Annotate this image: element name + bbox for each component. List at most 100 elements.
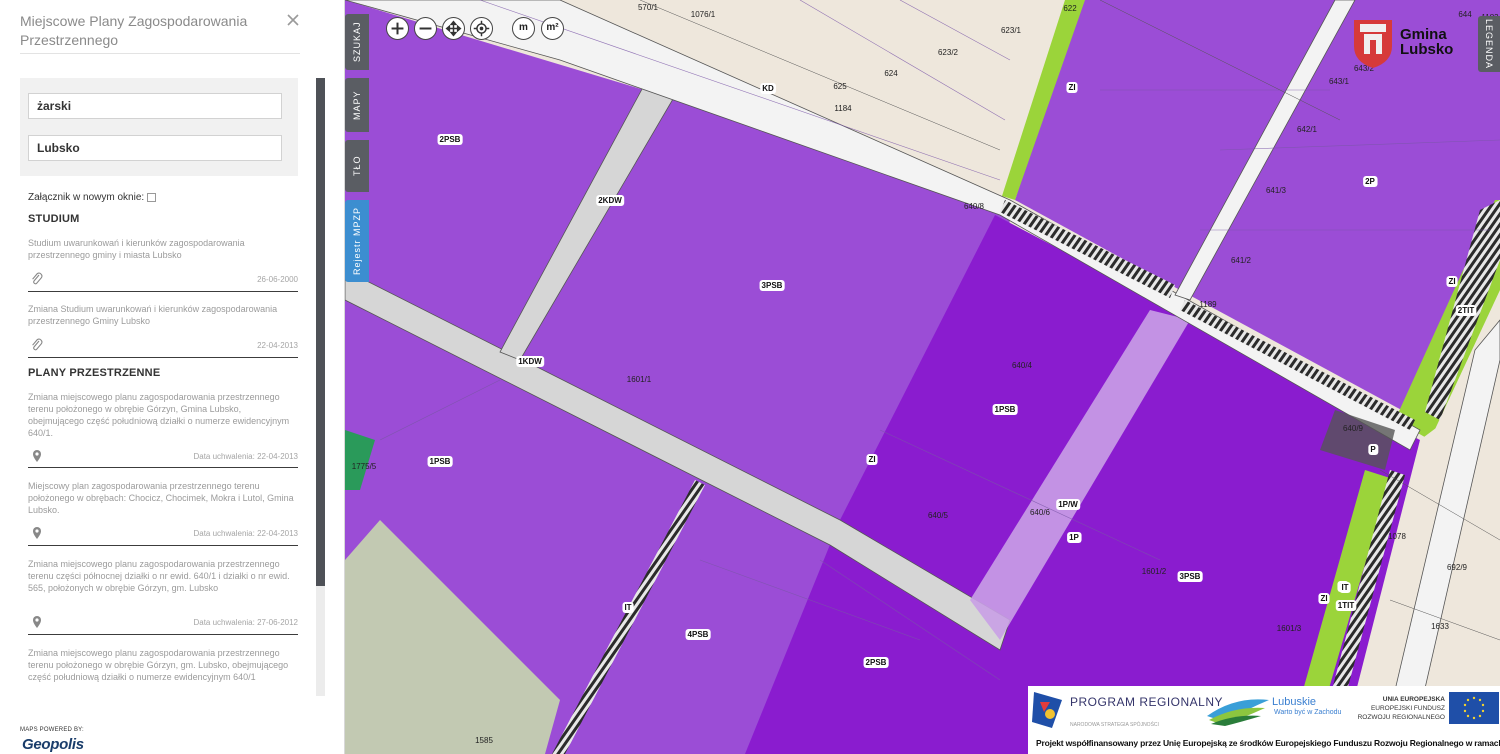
new-window-checkbox[interactable]	[147, 193, 156, 202]
zone-label: ZI	[1448, 277, 1455, 286]
program-regionalny-logo	[1032, 692, 1062, 728]
list-item[interactable]: Miejscowy plan zagospodarowania przestrz…	[28, 480, 298, 516]
parcel-label: 1076/1	[691, 10, 716, 19]
section-heading-studium: STUDIUM	[28, 213, 80, 225]
map-canvas[interactable]: 2PSB 2KDW 3PSB 1KDW 1PSB 1PSB 4PSB 2PSB 1P 3PSB 2P…	[345, 0, 1500, 754]
parcel-label: 640/8	[964, 202, 985, 211]
zone-label: 4PSB	[688, 630, 709, 639]
tab-rejestr-mpzp[interactable]: Rejestr MPZP	[345, 200, 369, 282]
measure-area-button[interactable]: m²	[541, 17, 564, 40]
gmina-field[interactable]	[28, 93, 282, 119]
tab-legenda[interactable]: LEGENDA	[1478, 16, 1500, 72]
divider	[28, 467, 298, 468]
parcel-label: 1184	[834, 104, 852, 113]
item-date: Data uchwalenia: 22-04-2013	[193, 529, 298, 538]
zone-label: P	[1370, 445, 1376, 454]
eu-fund-label: UNIA EUROPEJSKA EUROPEJSKI FUNDUSZ ROZWO…	[1345, 695, 1445, 722]
eu-fund-name: EUROPEJSKI FUNDUSZ ROZWOJU REGIONALNEGO	[1357, 705, 1445, 721]
zone-label: 2TIT	[1458, 306, 1475, 315]
zone-label: 2PSB	[866, 658, 887, 667]
zone-label: 1P	[1069, 533, 1079, 542]
parcel-label: 1633	[1431, 622, 1449, 631]
paperclip-icon[interactable]	[31, 272, 43, 286]
parcel-label: 640/6	[1030, 508, 1051, 517]
program-subtitle: NARODOWA STRATEGIA SPÓJNOŚCI	[1070, 722, 1159, 728]
zone-label: IT	[624, 603, 631, 612]
zone-label: IT	[1341, 583, 1348, 592]
tab-tlo[interactable]: TŁO	[345, 140, 369, 192]
panel-title: Miejscowe Plany Zagospodarowania Przestr…	[20, 13, 248, 48]
tab-mapy[interactable]: MAPY	[345, 78, 369, 132]
locate-icon[interactable]	[470, 17, 493, 40]
measure-length-button[interactable]: m	[512, 17, 535, 40]
parcel-label: 622	[1063, 4, 1077, 13]
program-title: PROGRAM REGIONALNY	[1070, 695, 1224, 709]
parcel-label: 1585	[475, 736, 493, 745]
parcel-label: 623/2	[938, 48, 959, 57]
new-window-label: Załącznik w nowym oknie:	[28, 192, 145, 203]
zone-label: 1TIT	[1338, 601, 1355, 610]
divider	[28, 357, 298, 358]
search-panel	[20, 78, 298, 176]
list-item[interactable]: Zmiana miejscowego planu zagospodarowani…	[28, 647, 298, 683]
sponsor-footer: Projekt współfinansowany przez Unię Euro…	[1036, 738, 1500, 748]
plan-map[interactable]: 2PSB 2KDW 3PSB 1KDW 1PSB 1PSB 4PSB 2PSB 1P 3PSB 2P…	[345, 0, 1500, 754]
geopolis-logo[interactable]: Geopolis	[22, 736, 84, 753]
parcel-label: 570/1	[638, 3, 659, 12]
map-pin-icon[interactable]	[31, 449, 43, 463]
map-pin-icon[interactable]	[31, 615, 43, 629]
parcel-label: 642/1	[1297, 125, 1318, 134]
parcel-label: 1775/5	[352, 462, 377, 471]
list-item[interactable]: Zmiana miejscowego planu zagospodarowani…	[28, 391, 298, 439]
zone-label: ZI	[868, 455, 875, 464]
zone-label: KD	[762, 84, 774, 93]
parcel-label: 1601/1	[627, 375, 652, 384]
parcel-label: 643/1	[1329, 77, 1350, 86]
section-heading-plany: PLANY PRZESTRZENNE	[28, 367, 161, 379]
eu-flag-icon	[1449, 692, 1499, 724]
item-title: Studium uwarunkowań i kierunków zagospod…	[28, 238, 245, 260]
parcel-label: 1078	[1388, 532, 1406, 541]
list-item[interactable]: Studium uwarunkowań i kierunków zagospod…	[28, 237, 298, 261]
parcel-label: 644	[1458, 10, 1472, 19]
pan-icon[interactable]	[442, 17, 465, 40]
divider	[28, 634, 298, 635]
item-title: Zmiana miejscowego planu zagospodarowani…	[28, 648, 289, 682]
zone-label: 2PSB	[440, 135, 461, 144]
zoom-in-icon[interactable]	[386, 17, 409, 40]
item-title: Zmiana miejscowego planu zagospodarowani…	[28, 559, 290, 593]
parcel-label: 641/2	[1231, 256, 1252, 265]
eu-heading: UNIA EUROPEJSKA	[1382, 696, 1445, 703]
item-title: Zmiana miejscowego planu zagospodarowani…	[28, 392, 290, 438]
list-item[interactable]: Zmiana Studium uwarunkowań i kierunków z…	[28, 303, 298, 327]
zone-label: 1PSB	[430, 457, 451, 466]
list-item[interactable]: Zmiana miejscowego planu zagospodarowani…	[28, 558, 298, 594]
zoom-out-icon[interactable]	[414, 17, 437, 40]
brand-name: Gmina Lubsko	[1400, 26, 1454, 58]
tab-szukaj[interactable]: SZUKAJ	[345, 14, 369, 70]
zone-label: 3PSB	[762, 281, 783, 290]
zone-label: 2KDW	[598, 196, 622, 205]
divider	[20, 53, 300, 54]
close-icon[interactable]	[286, 13, 300, 27]
lubuskie-logo	[1207, 699, 1269, 726]
scrollbar-thumb[interactable]	[316, 78, 325, 586]
sidebar: Miejscowe Plany Zagospodarowania Przestr…	[0, 0, 345, 754]
powered-by-label: MAPS POWERED BY:	[20, 727, 84, 733]
parcel-label: 1189	[1199, 300, 1217, 309]
item-title: Zmiana Studium uwarunkowań i kierunków z…	[28, 304, 278, 326]
parcel-label: 625	[833, 82, 847, 91]
divider	[28, 545, 298, 546]
paperclip-icon[interactable]	[31, 338, 43, 352]
item-date: Data uchwalenia: 22-04-2013	[193, 452, 298, 461]
miasto-field[interactable]	[28, 135, 282, 161]
parcel-label: 624	[884, 69, 898, 78]
parcel-label: 640/5	[928, 511, 949, 520]
map-pin-icon[interactable]	[31, 526, 43, 540]
zone-label: 1P/W	[1058, 500, 1078, 509]
parcel-label: 640/9	[1343, 424, 1364, 433]
parcel-label: 1601/2	[1142, 567, 1167, 576]
item-date: 22-04-2013	[257, 341, 298, 350]
parcel-label: 623/1	[1001, 26, 1022, 35]
parcel-label: 641/3	[1266, 186, 1287, 195]
